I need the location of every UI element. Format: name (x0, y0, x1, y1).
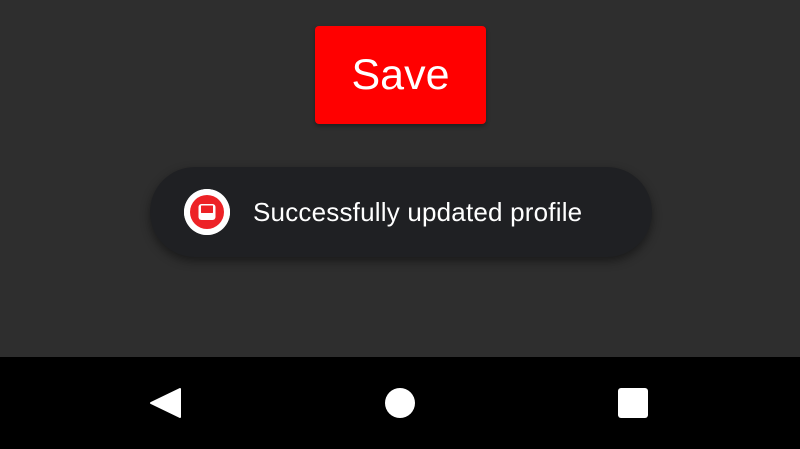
home-button[interactable] (350, 357, 450, 449)
recents-button[interactable] (583, 357, 683, 449)
system-navigation-bar (0, 357, 800, 449)
back-button[interactable] (116, 357, 216, 449)
home-circle-icon (385, 388, 415, 418)
toast-notification: Successfully updated profile (150, 167, 652, 257)
couchbase-logo-icon (184, 189, 230, 235)
app-screen: Save Successfully updated profile (0, 0, 800, 449)
back-triangle-icon (150, 388, 181, 418)
save-button[interactable]: Save (315, 26, 486, 124)
toast-message: Successfully updated profile (253, 196, 583, 227)
main-content: Save Successfully updated profile (0, 0, 800, 357)
recents-square-icon (618, 388, 648, 418)
